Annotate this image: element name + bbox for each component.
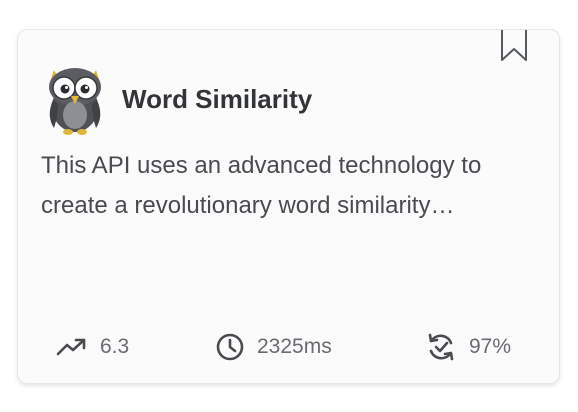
description-line: create a revolutionary word similarity… <box>41 192 455 219</box>
description-line: This API uses an advanced technology to <box>41 152 482 179</box>
trending-up-icon <box>56 338 86 356</box>
success-rate-stat: 97% <box>425 330 511 364</box>
owl-logo-icon <box>49 68 101 135</box>
refresh-check-icon <box>428 333 454 361</box>
latency-value: 2325ms <box>257 335 332 358</box>
bookmark-icon[interactable] <box>499 30 529 62</box>
clock-icon <box>216 333 244 361</box>
latency-stat: 2325ms <box>215 330 332 364</box>
popularity-value: 6.3 <box>100 335 130 358</box>
api-description: This API uses an advanced technology to … <box>41 146 546 226</box>
success-rate-value: 97% <box>469 335 512 358</box>
api-title[interactable]: Word Similarity <box>122 84 312 115</box>
popularity-stat: 6.3 <box>56 330 129 364</box>
